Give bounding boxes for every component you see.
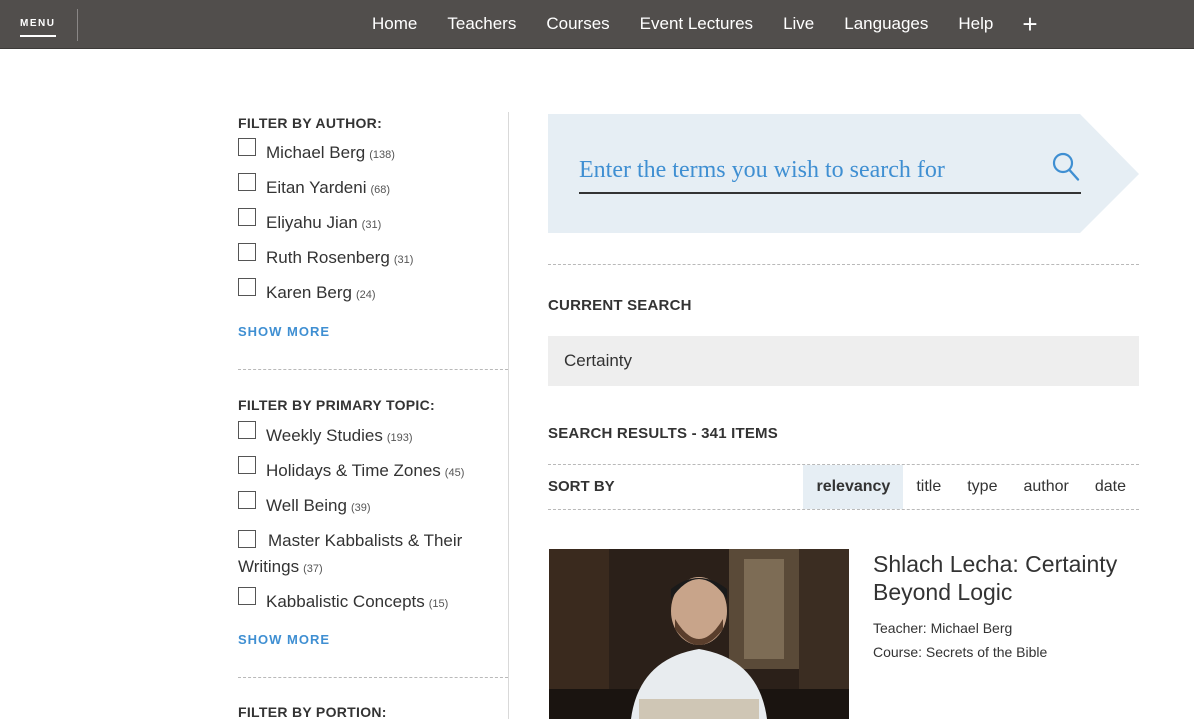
filter-author-eliyahu-jian[interactable]: Eliyahu Jian (31) — [238, 208, 508, 238]
filter-topic-title: FILTER BY PRIMARY TOPIC: — [238, 397, 435, 413]
result-teacher: Teacher: Michael Berg — [873, 620, 1013, 636]
checkbox[interactable] — [238, 173, 256, 191]
nav-live[interactable]: Live — [768, 14, 829, 34]
nav-courses[interactable]: Courses — [531, 14, 624, 34]
sidebar-divider — [508, 112, 509, 719]
nav-home[interactable]: Home — [357, 14, 432, 34]
checkbox[interactable] — [238, 530, 256, 548]
menu-divider — [77, 9, 78, 41]
search-panel-arrow — [1080, 114, 1139, 233]
result-title-link[interactable]: Shlach Lecha: Certainty Beyond Logic — [873, 550, 1143, 606]
filter-item-count: (39) — [350, 502, 371, 514]
filter-author-ruth-rosenberg[interactable]: Ruth Rosenberg (31) — [238, 243, 508, 273]
sort-type[interactable]: type — [954, 465, 1010, 509]
filter-item-label: Weekly Studies — [266, 426, 383, 445]
filter-item-count: (68) — [370, 184, 391, 196]
filter-topic-holidays[interactable]: Holidays & Time Zones (45) — [238, 456, 508, 486]
filter-item-count: (37) — [303, 563, 323, 575]
filter-item-label: Holidays & Time Zones — [266, 461, 441, 480]
sort-by-label: SORT BY — [548, 478, 615, 495]
filter-topic-kabbalistic-concepts[interactable]: Kabbalistic Concepts (15) — [238, 587, 508, 617]
current-search-value[interactable]: Certainty — [548, 336, 1139, 386]
sort-options: relevancy title type author date — [803, 465, 1139, 509]
filter-item-label: Eliyahu Jian — [266, 213, 358, 232]
filter-sidebar: FILTER BY AUTHOR: Michael Berg (138) Eita… — [238, 112, 508, 720]
sort-date[interactable]: date — [1082, 465, 1139, 509]
filter-item-count: (15) — [428, 598, 449, 610]
search-icon[interactable] — [1052, 152, 1080, 182]
filter-item-label: Michael Berg — [266, 143, 366, 162]
filter-item-count: (24) — [356, 289, 376, 301]
filter-author-eitan-yardeni[interactable]: Eitan Yardeni (68) — [238, 173, 508, 203]
show-more-topics-link[interactable]: SHOW MORE — [238, 632, 508, 647]
search-results-count: SEARCH RESULTS - 341 ITEMS — [548, 425, 778, 442]
nav-help[interactable]: Help — [943, 14, 1008, 34]
sort-author[interactable]: author — [1010, 465, 1081, 509]
filter-item-count: (138) — [369, 149, 395, 161]
filter-item-label: Karen Berg — [266, 283, 352, 302]
author-filter-list: Michael Berg (138) Eitan Yardeni (68) Eliy… — [238, 138, 508, 308]
filter-item-count: (31) — [361, 219, 382, 231]
filter-item-label: Ruth Rosenberg — [266, 248, 390, 267]
result-course: Course: Secrets of the Bible — [873, 644, 1048, 660]
sort-title[interactable]: title — [903, 465, 954, 509]
filter-divider — [238, 369, 508, 370]
checkbox[interactable] — [238, 456, 256, 474]
result-thumbnail[interactable] — [549, 549, 849, 719]
menu-button[interactable]: MENU — [20, 17, 56, 37]
topic-filter-list: Weekly Studies (193) Holidays & Time Zone… — [238, 421, 508, 617]
filter-portion-title: FILTER BY PORTION: — [238, 704, 387, 720]
filter-item-count: (31) — [393, 254, 414, 266]
sort-bar: SORT BY relevancy title type author date — [548, 464, 1139, 510]
filter-item-label: Kabbalistic Concepts — [266, 592, 425, 611]
filter-topic-master-kabbalists[interactable]: Master Kabbalists & Their Writings (37) — [238, 528, 488, 582]
filter-author-michael-berg[interactable]: Michael Berg (138) — [238, 138, 508, 168]
checkbox[interactable] — [238, 243, 256, 261]
nav-languages[interactable]: Languages — [829, 14, 943, 34]
filter-item-label: Well Being — [266, 496, 347, 515]
checkbox[interactable] — [238, 491, 256, 509]
filter-topic-weekly-studies[interactable]: Weekly Studies (193) — [238, 421, 508, 451]
search-input[interactable] — [579, 148, 1081, 194]
main-nav: Home Teachers Courses Event Lectures Liv… — [357, 0, 1052, 48]
filter-item-label: Master Kabbalists & Their Writings — [238, 531, 463, 576]
video-thumbnail-image — [549, 549, 849, 719]
section-divider — [548, 264, 1139, 265]
nav-teachers[interactable]: Teachers — [432, 14, 531, 34]
current-search-label: CURRENT SEARCH — [548, 297, 692, 314]
sort-relevancy[interactable]: relevancy — [803, 465, 904, 509]
checkbox[interactable] — [238, 208, 256, 226]
checkbox[interactable] — [238, 138, 256, 156]
filter-divider — [238, 677, 508, 678]
filter-author-karen-berg[interactable]: Karen Berg (24) — [238, 278, 508, 308]
plus-icon[interactable]: + — [1008, 11, 1051, 37]
filter-item-label: Eitan Yardeni — [266, 178, 367, 197]
filter-topic-well-being[interactable]: Well Being (39) — [238, 491, 508, 521]
filter-item-count: (45) — [444, 467, 465, 479]
checkbox[interactable] — [238, 587, 256, 605]
checkbox[interactable] — [238, 278, 256, 296]
show-more-authors-link[interactable]: SHOW MORE — [238, 324, 508, 339]
nav-event-lectures[interactable]: Event Lectures — [625, 14, 768, 34]
top-nav-bar: MENU Home Teachers Courses Event Lecture… — [0, 0, 1194, 49]
filter-author-title: FILTER BY AUTHOR: — [238, 115, 383, 131]
checkbox[interactable] — [238, 421, 256, 439]
filter-item-count: (193) — [386, 432, 413, 444]
